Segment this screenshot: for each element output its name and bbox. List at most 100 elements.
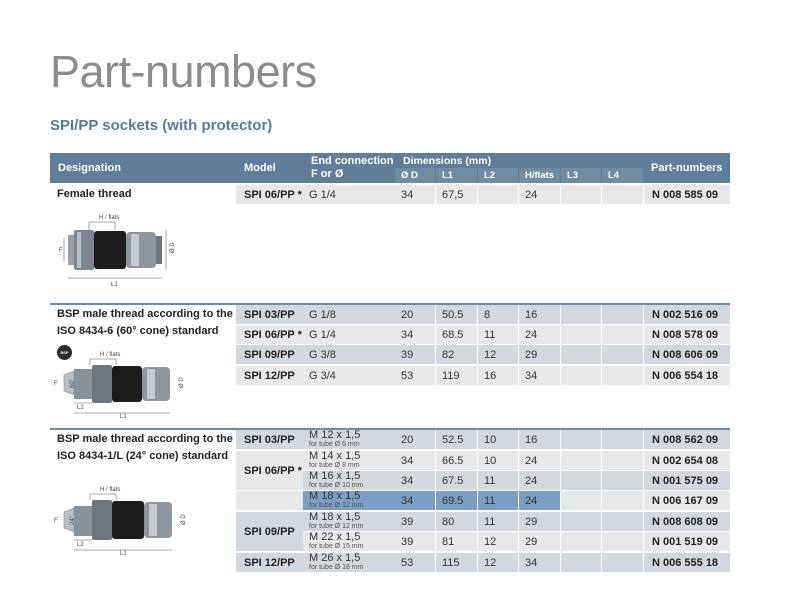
svg-text:F: F (54, 518, 58, 524)
table-cell-pn: N 008 578 09 (644, 325, 730, 344)
table-cell-conn: G 3/8 (303, 345, 395, 364)
table-cell-l2: 8 (478, 305, 518, 324)
table-cell-l2 (478, 185, 518, 204)
table-cell-pn: N 008 608 09 (644, 512, 730, 531)
group-title-female-thread: Female thread (57, 188, 132, 200)
table-cell-l1: 69.5 (436, 491, 477, 510)
header-dim-l1: L1 (436, 168, 477, 183)
table-cell-l2: 12 (478, 532, 518, 551)
table-cell-l4 (602, 366, 643, 385)
table-cell-hflats: 29 (519, 512, 560, 531)
table-cell-l1: 67,5 (436, 185, 477, 204)
f-label: F (59, 248, 63, 254)
table-cell-l1: 68.5 (436, 325, 477, 344)
svg-text:L1: L1 (120, 414, 127, 419)
table-cell-conn: M 22 x 1,5 for tube Ø 15 mm (303, 531, 395, 551)
end-connection-note: for tube Ø 12 mm (309, 522, 364, 530)
table-cell-hflats: 16 (519, 305, 560, 324)
svg-text:H / flats: H / flats (100, 352, 120, 358)
end-connection-note: for tube Ø 6 mm (309, 440, 360, 448)
table-cell-l1: 82 (436, 345, 477, 364)
table-cell-l4 (602, 305, 643, 324)
table-cell-l3 (561, 305, 601, 324)
table-cell-hflats: 34 (519, 366, 560, 385)
header-dim-d: Ø D (395, 168, 435, 183)
svg-text:Ø D: Ø D (181, 514, 187, 525)
table-cell-pn: N 001 575 09 (644, 471, 730, 490)
table-cell-l3 (561, 512, 601, 531)
table-cell-pn: N 008 606 09 (644, 345, 730, 364)
end-connection-value: M 18 x 1,5 (309, 510, 361, 523)
svg-text:L2: L2 (77, 405, 84, 411)
header-dim-l4: L4 (602, 168, 643, 183)
end-connection-note: for tube Ø 15 mm (309, 542, 364, 550)
table-cell-l1: 67.5 (436, 471, 477, 490)
table-cell-d: 39 (395, 345, 435, 364)
table-cell-pn: N 006 167 09 (644, 491, 730, 510)
bsp-60-cone-drawing: H / flats F 60° Ø D L2 L1 (54, 352, 185, 419)
od-label: Ø D (170, 242, 176, 253)
table-cell-l2: 11 (478, 471, 518, 490)
table-cell-l1: 66.5 (436, 451, 477, 470)
table-cell-l3 (561, 532, 601, 551)
header-dimensions: Dimensions (mm) (403, 154, 492, 167)
table-cell-l4 (602, 430, 643, 449)
table-cell-model: SPI 12/PP (236, 366, 303, 385)
table-cell-l1: 50.5 (436, 305, 477, 324)
end-connection-note: for tube Ø 8 mm (309, 461, 360, 469)
header-dim-hflats: H/flats (519, 168, 560, 183)
table-cell-d: 34 (395, 451, 435, 470)
end-connection-note: for tube Ø 12 mm (309, 501, 364, 509)
table-cell-conn: M 26 x 1,5 for tube Ø 18 mm (303, 551, 395, 572)
table-cell-conn: M 16 x 1,5 for tube Ø 10 mm (303, 469, 395, 490)
table-cell-l4 (602, 553, 643, 572)
table-cell-d: 53 (395, 553, 435, 572)
table-cell-hflats: 34 (519, 553, 560, 572)
table-cell-model: SPI 03/PP (236, 305, 303, 324)
end-connection-note: for tube Ø 10 mm (309, 481, 364, 489)
svg-text:L2: L2 (77, 542, 84, 548)
table-cell-l1: 115 (436, 553, 477, 572)
bsp-24-cone-drawing: H / flats F 24° Ø D L2 L1 (54, 487, 187, 556)
group-title-bsp-60: BSP male thread according to the ISO 8434… (57, 308, 233, 337)
table-cell-pn: N 008 562 09 (644, 430, 730, 449)
table-cell-hflats: 24 (519, 325, 560, 344)
table-cell-l4 (602, 491, 643, 510)
table-cell-pn: N 006 555 18 (644, 553, 730, 572)
table-cell-hflats: 24 (519, 451, 560, 470)
svg-text:L1: L1 (120, 551, 127, 556)
page-title: Part-numbers (50, 46, 317, 97)
table-cell-hflats: 29 (519, 532, 560, 551)
table-cell-hflats: 24 (519, 491, 560, 510)
end-connection-note: for tube Ø 18 mm (309, 563, 364, 571)
table-cell-pn: N 002 516 09 (644, 305, 730, 324)
table-cell-l4 (602, 185, 643, 204)
table-cell-model: SPI 03/PP (236, 430, 303, 449)
end-connection-value: M 16 x 1,5 (309, 469, 361, 482)
table-cell-model: SPI 12/PP (236, 553, 303, 572)
table-cell-l3 (561, 345, 601, 364)
end-connection-value: M 12 x 1,5 (309, 428, 361, 441)
header-part-numbers: Part-numbers (651, 162, 723, 174)
end-connection-value: M 26 x 1,5 (309, 551, 361, 564)
hflats-label: H / flats (99, 215, 119, 221)
table-cell-conn: G 1/8 (303, 305, 395, 324)
table-cell-d: 34 (395, 325, 435, 344)
table-cell-model: SPI 09/PP (236, 512, 303, 551)
table-cell-d: 34 (395, 185, 435, 204)
table-cell-l2: 11 (478, 491, 518, 510)
table-cell-model: SPI 06/PP * (236, 185, 303, 204)
table-cell-model: SPI 06/PP * (236, 325, 303, 344)
svg-text:H / flats: H / flats (100, 487, 120, 493)
table-cell-model: SPI 09/PP (236, 345, 303, 364)
table-cell-l4 (602, 451, 643, 470)
header-designation: Designation (58, 162, 121, 174)
table-cell-l2: 11 (478, 325, 518, 344)
table-cell-conn: M 12 x 1,5 for tube Ø 6 mm (303, 428, 395, 449)
table-cell-l1: 80 (436, 512, 477, 531)
table-cell-pn: N 006 554 18 (644, 366, 730, 385)
table-cell-l2: 12 (478, 345, 518, 364)
table-cell-l3 (561, 553, 601, 572)
table-cell-d: 39 (395, 532, 435, 551)
table-cell-conn: G 1/4 (303, 185, 395, 204)
